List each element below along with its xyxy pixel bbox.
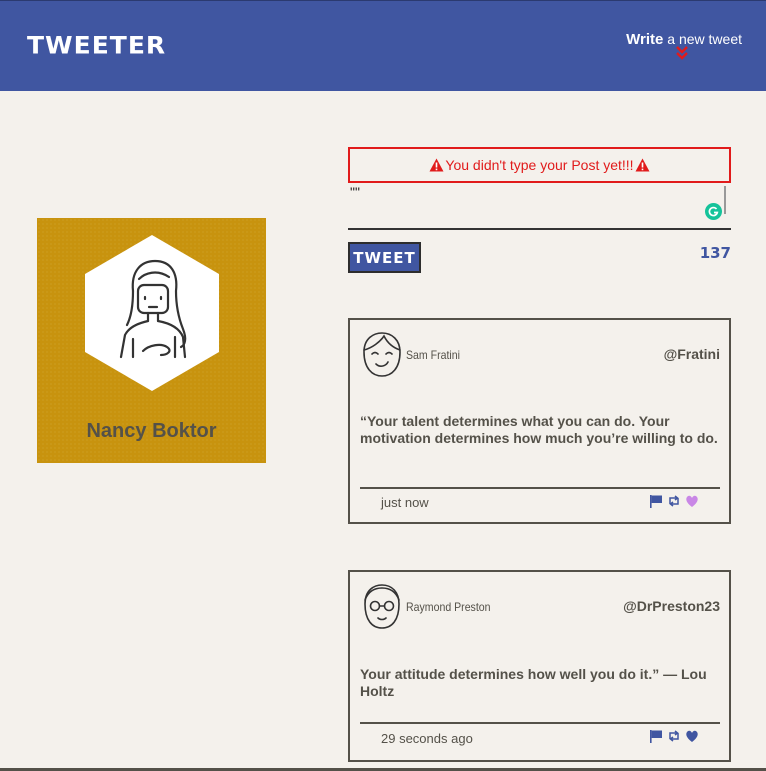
tweet-timestamp: just now xyxy=(381,495,429,510)
retweet-icon[interactable] xyxy=(667,729,681,743)
tweet-divider xyxy=(360,722,720,724)
brand-logo: TWEETER xyxy=(27,31,167,60)
double-chevron-down-icon[interactable] xyxy=(674,45,690,61)
tweet-textarea[interactable]: "" xyxy=(350,184,728,222)
error-message: You didn't type your Post yet!!! xyxy=(348,147,731,183)
textarea-scrollbar[interactable] xyxy=(724,186,726,214)
tweet-divider xyxy=(360,487,720,489)
flag-icon[interactable] xyxy=(649,494,663,508)
tweet-text: Your attitude determines how well you do… xyxy=(360,666,707,699)
profile-avatar xyxy=(85,235,219,391)
top-nav: TWEETER Write a new tweet xyxy=(0,0,766,91)
warning-icon xyxy=(635,158,650,172)
error-text: You didn't type your Post yet!!! xyxy=(445,157,634,173)
user-avatar xyxy=(364,584,400,629)
tweet-author-name: Raymond Preston xyxy=(406,600,491,614)
tweet-timestamp: 29 seconds ago xyxy=(381,731,473,746)
tweet-handle[interactable]: @DrPreston23 xyxy=(623,598,720,614)
tweet-card: Raymond Preston @DrPreston23 Your attitu… xyxy=(348,570,731,762)
tweet-card: Sam Fratini @Fratini “Your talent determ… xyxy=(348,318,731,524)
tweet-button[interactable]: TWEET xyxy=(348,242,421,273)
write-new-tweet-toggle[interactable]: Write a new tweet xyxy=(626,31,742,60)
tweet-handle[interactable]: @Fratini xyxy=(664,346,720,362)
heart-icon[interactable] xyxy=(685,729,699,743)
profile-name: Nancy Boktor xyxy=(86,420,217,442)
retweet-icon[interactable] xyxy=(667,494,681,508)
tweet-text: “Your talent determines what you can do.… xyxy=(360,413,718,446)
tweet-actions xyxy=(649,494,699,508)
compose-underline xyxy=(348,228,731,230)
user-avatar xyxy=(363,332,401,377)
tweet-author-name: Sam Fratini xyxy=(406,348,460,362)
grammarly-icon[interactable] xyxy=(705,203,722,220)
warning-icon xyxy=(429,158,444,172)
tweet-actions xyxy=(649,729,699,743)
flag-icon[interactable] xyxy=(649,729,663,743)
profile-card: Nancy Boktor xyxy=(37,218,266,463)
char-counter: 137 xyxy=(699,244,731,262)
write-label: Write xyxy=(626,31,664,48)
heart-icon[interactable] xyxy=(685,494,699,508)
